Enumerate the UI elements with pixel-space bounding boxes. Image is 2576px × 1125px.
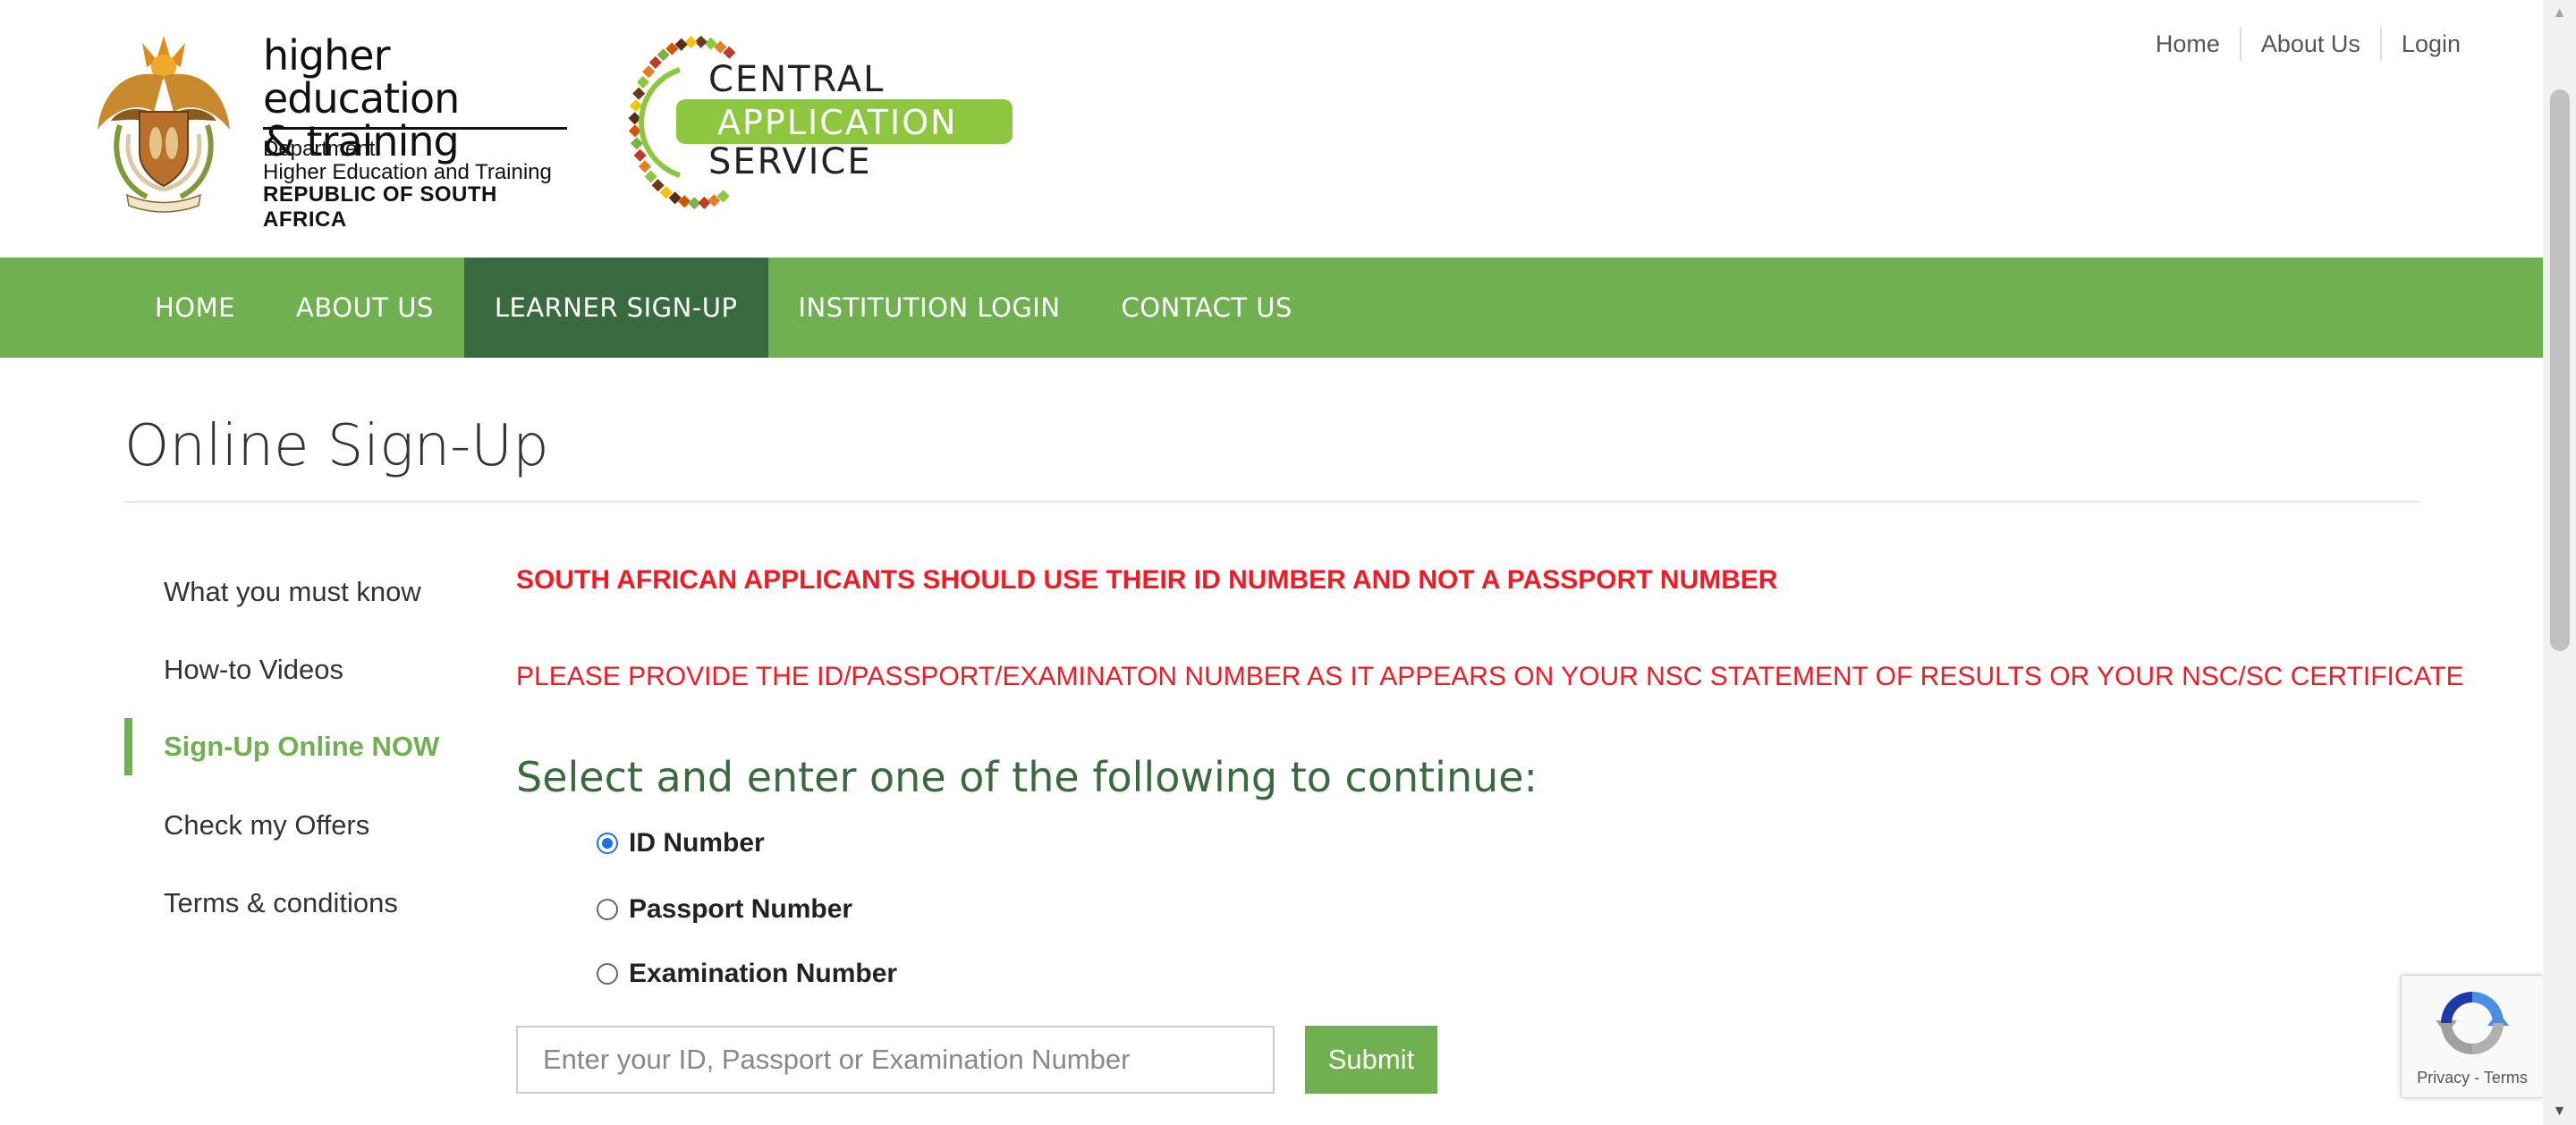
option-id-number-label: ID Number — [629, 828, 765, 858]
option-passport-number[interactable]: Passport Number — [597, 894, 852, 925]
recaptcha-links: Privacy - Terms — [2402, 1069, 2543, 1087]
nav-item-institution-login[interactable]: INSTITUTION LOGIN — [768, 258, 1091, 358]
top-link-about-us[interactable]: About Us — [2239, 27, 2380, 61]
top-links: Home About Us Login — [2136, 27, 2480, 61]
dhet-dept-line1: Department: — [263, 137, 382, 161]
radio-id-number[interactable] — [597, 833, 618, 854]
cas-logo-icon[interactable]: CENTRAL APPLICATION SERVICE — [617, 25, 1034, 220]
page-title: Online Sign-Up — [124, 413, 549, 479]
scroll-up-arrow-icon[interactable]: ▲ — [2543, 0, 2576, 27]
warning-id-number: SOUTH AFRICAN APPLICANTS SHOULD USE THEI… — [516, 565, 1778, 595]
dhet-divider — [263, 127, 567, 130]
coat-of-arms-icon — [97, 36, 230, 213]
sidebar-item-what-you-must-know[interactable]: What you must know — [124, 553, 464, 630]
sidebar: What you must know How-to Videos Sign-Up… — [124, 553, 464, 942]
submit-button[interactable]: Submit — [1305, 1026, 1437, 1094]
dhet-department: Department: Higher Education and Trainin… — [263, 138, 552, 184]
option-passport-number-label: Passport Number — [629, 894, 853, 924]
option-id-number[interactable]: ID Number — [597, 828, 765, 859]
recaptcha-terms-link[interactable]: Terms — [2484, 1069, 2528, 1087]
sidebar-item-terms-conditions[interactable]: Terms & conditions — [124, 864, 464, 942]
dhet-logo[interactable]: higher education & training Department: … — [93, 27, 576, 232]
nav-item-about-us[interactable]: ABOUT US — [266, 258, 464, 358]
radio-examination-number[interactable] — [597, 963, 618, 985]
main-nav: HOME ABOUT US LEARNER SIGN-UP INSTITUTIO… — [0, 258, 2543, 358]
nav-item-contact-us[interactable]: CONTACT US — [1091, 258, 1323, 358]
site-header: higher education & training Department: … — [0, 0, 2543, 258]
id-number-input[interactable] — [516, 1026, 1275, 1094]
recaptcha-badge[interactable]: Privacy - Terms — [2401, 975, 2544, 1098]
sidebar-item-sign-up-online-now[interactable]: Sign-Up Online NOW — [124, 718, 464, 775]
top-link-home[interactable]: Home — [2136, 27, 2240, 61]
scroll-thumb[interactable] — [2550, 89, 2570, 651]
nav-item-home[interactable]: HOME — [124, 258, 266, 358]
dhet-dept-line2: Higher Education and Training — [263, 160, 552, 184]
cas-logo-line2: APPLICATION — [717, 103, 958, 142]
cas-logo-line1: CENTRAL — [708, 59, 885, 100]
cas-logo-line3: SERVICE — [708, 141, 872, 182]
option-examination-number[interactable]: Examination Number — [597, 959, 897, 989]
recaptcha-privacy-link[interactable]: Privacy — [2417, 1069, 2470, 1087]
dhet-title-line1: higher education — [263, 31, 460, 123]
sidebar-item-how-to-videos[interactable]: How-to Videos — [124, 630, 464, 708]
sidebar-item-check-my-offers[interactable]: Check my Offers — [124, 786, 464, 864]
scroll-down-arrow-icon[interactable]: ▼ — [2543, 1098, 2576, 1125]
recaptcha-separator: - — [2474, 1069, 2480, 1087]
warning-provide-number: PLEASE PROVIDE THE ID/PASSPORT/EXAMINATO… — [516, 662, 2464, 691]
select-heading: Select and enter one of the following to… — [516, 753, 1538, 801]
nav-item-learner-sign-up[interactable]: LEARNER SIGN-UP — [463, 258, 768, 358]
recaptcha-icon — [2436, 992, 2509, 1054]
page-scrollbar[interactable]: ▲ ▼ — [2543, 0, 2576, 1125]
dhet-country: REPUBLIC OF SOUTH AFRICA — [263, 182, 497, 232]
option-examination-number-label: Examination Number — [629, 959, 898, 988]
title-divider — [124, 501, 2419, 503]
top-link-login[interactable]: Login — [2379, 27, 2480, 61]
radio-passport-number[interactable] — [597, 899, 618, 920]
